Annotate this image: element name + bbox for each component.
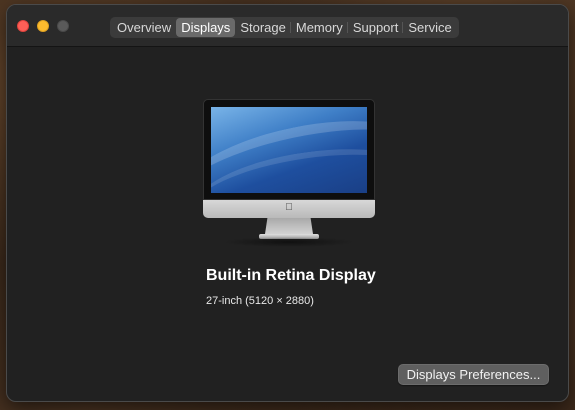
tab-overview[interactable]: Overview: [112, 18, 176, 37]
title-bar: Overview Displays Storage Memory Support…: [7, 5, 568, 47]
tab-storage[interactable]: Storage: [235, 18, 291, 37]
displays-preferences-button[interactable]: Displays Preferences...: [398, 364, 549, 385]
about-this-mac-window: Overview Displays Storage Memory Support…: [6, 4, 569, 402]
imac-shadow: [223, 237, 355, 247]
minimize-button[interactable]: [37, 20, 49, 32]
apple-logo-icon: : [284, 202, 294, 214]
display-name: Built-in Retina Display: [206, 267, 376, 284]
zoom-button: [57, 20, 69, 32]
tab-displays[interactable]: Displays: [176, 18, 236, 37]
imac-icon: : [203, 99, 375, 247]
tab-bar: Overview Displays Storage Memory Support…: [109, 16, 460, 39]
tab-support[interactable]: Support: [346, 18, 404, 37]
imac-screen: [211, 107, 367, 193]
tab-memory[interactable]: Memory: [289, 18, 348, 37]
imac-stand: [265, 218, 313, 234]
display-spec: 27-inch (5120 × 2880): [206, 295, 314, 307]
close-button[interactable]: [17, 20, 29, 32]
imac-screen-frame: [203, 99, 375, 200]
tab-service[interactable]: Service: [402, 18, 456, 37]
